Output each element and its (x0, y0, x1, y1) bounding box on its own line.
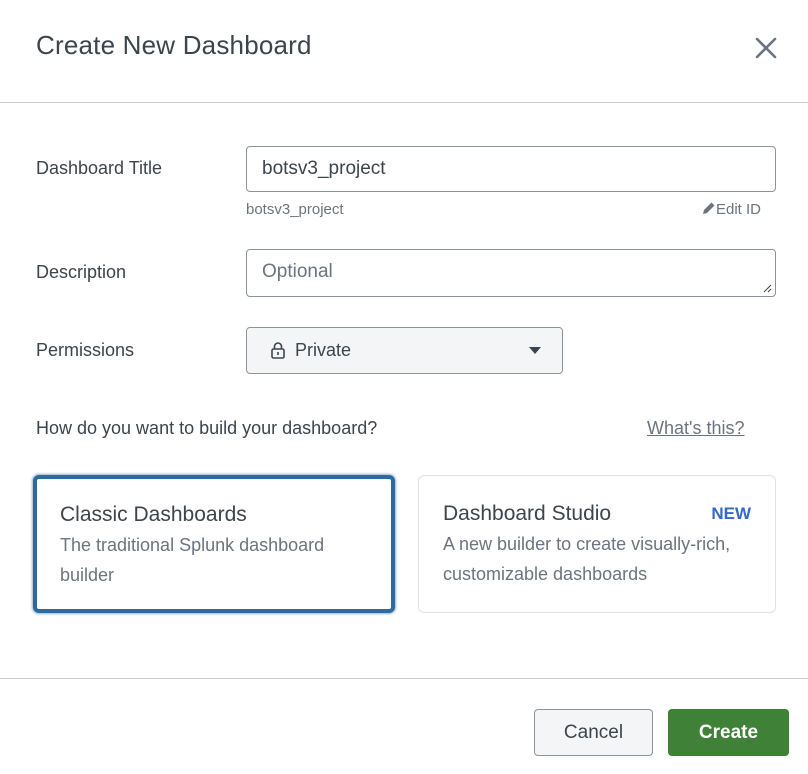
option-description: A new builder to create visually-rich, c… (443, 534, 731, 584)
classic-dashboards-option[interactable]: Classic Dashboards The traditional Splun… (33, 475, 395, 613)
permissions-value: Private (295, 340, 352, 360)
option-title: Dashboard Studio (443, 502, 612, 525)
permissions-dropdown[interactable]: Private (246, 327, 563, 374)
description-textarea[interactable]: Optional (246, 249, 776, 297)
close-icon (755, 37, 777, 59)
description-placeholder: Optional (262, 261, 333, 282)
create-button[interactable]: Create (668, 709, 789, 756)
new-badge: NEW (711, 504, 751, 523)
whats-this-link[interactable]: What's this? (647, 418, 744, 439)
footer-divider (0, 678, 808, 679)
edit-id-link[interactable]: Edit ID (702, 201, 761, 218)
pencil-icon (703, 202, 715, 214)
cancel-button[interactable]: Cancel (534, 709, 653, 756)
dashboard-studio-option[interactable]: Dashboard Studio NEW A new builder to cr… (418, 475, 776, 613)
builder-question: How do you want to build your dashboard? (36, 418, 378, 438)
lock-icon (271, 342, 285, 359)
dashboard-id-text: botsv3_project (246, 201, 344, 218)
caret-down-icon (529, 347, 541, 354)
option-description: The traditional Splunk dashboard builder (60, 535, 325, 585)
description-label: Description (36, 262, 127, 282)
permissions-label: Permissions (36, 340, 135, 360)
edit-id-label: Edit ID (716, 201, 762, 218)
dialog-header: Create New Dashboard (0, 0, 808, 103)
resize-handle-icon[interactable] (762, 283, 772, 293)
dashboard-title-label: Dashboard Title (36, 158, 163, 178)
close-button[interactable] (752, 34, 780, 62)
dashboard-title-input[interactable]: botsv3_project (246, 146, 776, 192)
dialog-title: Create New Dashboard (36, 30, 312, 60)
option-title: Classic Dashboards (60, 503, 247, 526)
